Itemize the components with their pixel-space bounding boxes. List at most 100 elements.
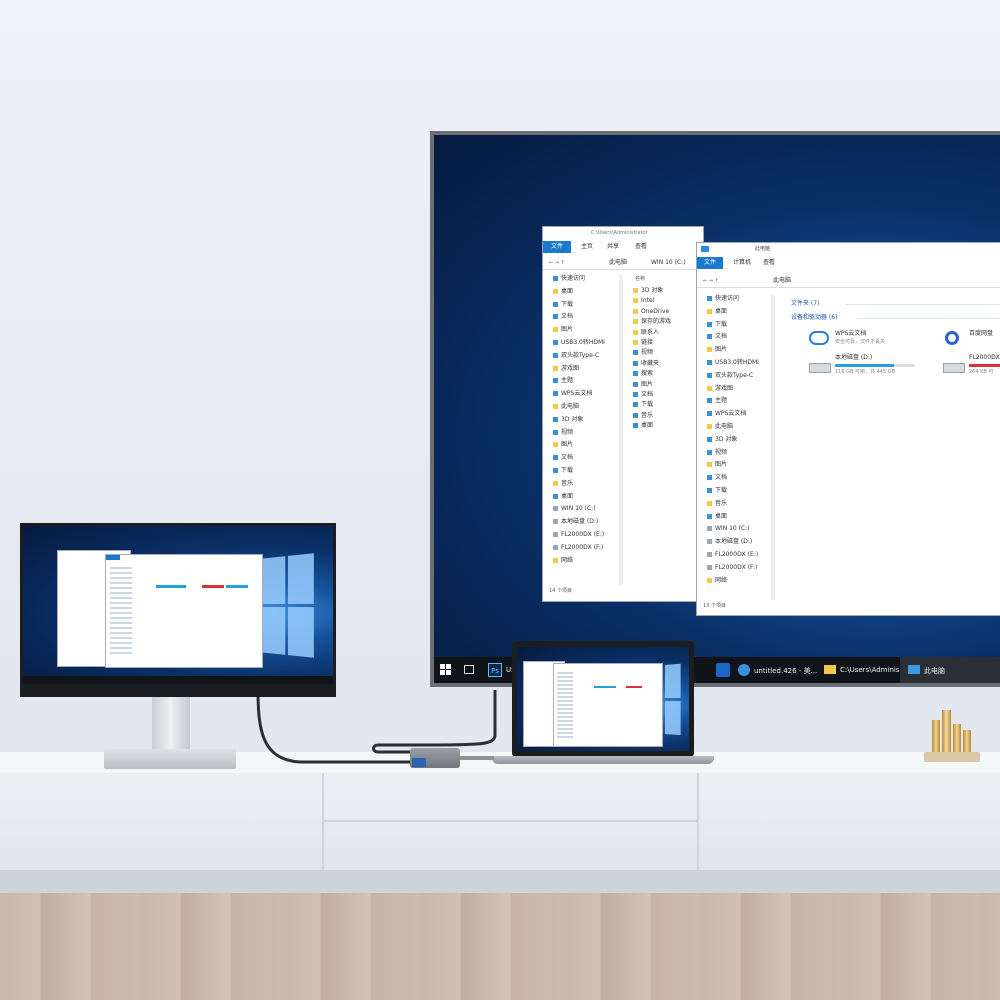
nav-item[interactable]: FL2000DX (F:) [701,564,769,573]
nav-item[interactable]: 桌面 [701,308,769,317]
scrollbar[interactable] [619,275,623,585]
nav-item[interactable]: 3D 对象 [701,436,769,445]
nav-item[interactable]: 视频 [701,449,769,458]
nav-item[interactable]: 文档 [547,454,621,463]
nav-item[interactable]: WPS云文档 [547,390,621,399]
nav-item[interactable]: 快速访问 [701,295,769,304]
nav-item[interactable]: 本地磁盘 (D:) [701,538,769,547]
file-item[interactable]: 下载 [633,401,699,410]
nav-item[interactable]: FL2000DX (F:) [547,544,621,553]
nav-item[interactable]: 音乐 [547,480,621,489]
address-segment[interactable]: 此电脑 [609,260,627,266]
usb-app-icon[interactable] [716,663,730,677]
tab-home[interactable]: 主页 [581,244,593,250]
nav-item[interactable]: 下载 [547,301,621,310]
address-segment[interactable]: 此电脑 [773,278,791,284]
drive-d[interactable]: 本地磁盘 (D:) 116 GB 可用，共 445 GB [809,355,919,381]
file-item-label: 保存的游戏 [641,318,672,326]
drive-fl2000[interactable]: FL2000DX 264 KB 可 [943,355,1000,381]
nav-item[interactable]: 游戏图 [701,385,769,394]
nav-item[interactable]: 下载 [701,487,769,496]
nav-item[interactable]: 本地磁盘 (D:) [547,518,621,527]
folder-icon [553,557,558,563]
nav-item[interactable]: FL2000DX (E:) [701,551,769,560]
folder-icon [707,564,712,570]
device-wps[interactable]: WPS云文档 安全可靠，文件不丢失 [809,329,919,351]
nav-item[interactable]: 桌面 [547,493,621,502]
nav-item[interactable]: 双头款Type-C [701,372,769,381]
taskbar-item-meitu[interactable]: untitled.426 - 美... [754,666,817,676]
nav-item[interactable]: 桌面 [547,288,621,297]
task-view-icon[interactable] [464,665,474,674]
nav-item[interactable]: 双头款Type-C [547,352,621,361]
nav-item[interactable]: 游戏图 [547,365,621,374]
group-folders[interactable]: 文件夹 (7) [791,301,819,307]
nav-item[interactable]: 图片 [701,346,769,355]
nav-arrows[interactable]: ← → ↑ [549,261,565,266]
file-item[interactable]: 链接 [633,339,699,348]
tab-computer[interactable]: 计算机 [733,260,751,266]
explorer-window-front[interactable] [553,663,663,747]
photoshop-icon[interactable]: Ps [488,663,502,677]
nav-item[interactable]: WIN 10 (C:) [701,525,769,534]
nav-item[interactable]: 网络 [701,577,769,586]
windows-start-icon[interactable] [440,664,451,675]
nav-item[interactable]: 下载 [701,321,769,330]
nav-item[interactable]: 音乐 [701,500,769,509]
scrollbar[interactable] [771,295,775,600]
file-item[interactable]: 搜索 [633,370,699,379]
file-item[interactable]: 视频 [633,349,699,358]
group-devices[interactable]: 设备和驱动器 (6) [791,315,837,321]
explorer-window-back[interactable]: C:\Users\Administrator 文件 主页 共享 查看 ← → ↑… [542,226,704,602]
nav-item[interactable]: 网络 [547,557,621,566]
tab-view[interactable]: 查看 [763,260,775,266]
file-item[interactable]: 图片 [633,381,699,390]
nav-item[interactable]: 主题 [547,377,621,386]
file-item[interactable]: 3D 对象 [633,287,699,296]
nav-item[interactable]: 视频 [547,429,621,438]
address-bar[interactable]: ← → ↑ 此电脑 WIN 10 (C:) [543,257,703,270]
nav-item[interactable]: 此电脑 [701,423,769,432]
nav-item[interactable]: USB3.0转HDMI [547,339,621,348]
address-segment[interactable]: WIN 10 (C:) [651,260,686,266]
nav-item-label: 此电脑 [561,403,580,410]
file-item[interactable]: 文档 [633,391,699,400]
taskbar-item-folder[interactable]: C:\Users\Adminis... [840,666,906,674]
nav-arrows[interactable]: ← → ↑ [703,279,719,284]
file-item[interactable]: OneDrive [633,308,699,317]
nav-item[interactable]: 桌面 [701,513,769,522]
nav-item[interactable]: 文档 [701,474,769,483]
nav-item[interactable]: 下载 [547,467,621,476]
nav-item[interactable]: 图片 [547,441,621,450]
tab-view[interactable]: 查看 [635,244,647,250]
device-baidu[interactable]: 百度网盘 [943,329,1000,351]
nav-item[interactable]: 快速访问 [547,275,621,284]
nav-item[interactable]: WPS云文档 [701,410,769,419]
file-item[interactable]: 桌面 [633,422,699,431]
file-item[interactable]: 收藏夹 [633,360,699,369]
nav-item[interactable]: 图片 [701,461,769,470]
tab-share[interactable]: 共享 [607,244,619,250]
file-item[interactable]: 保存的游戏 [633,318,699,327]
file-item[interactable]: 音乐 [633,412,699,421]
column-header[interactable]: 名称 [635,277,645,282]
file-item[interactable]: Intel [633,297,699,306]
nav-item[interactable]: FL2000DX (E:) [547,531,621,540]
tab-file[interactable]: 文件 [543,241,571,253]
nav-item[interactable]: 图片 [547,326,621,335]
nav-item[interactable]: 文档 [547,313,621,322]
explorer-window-front[interactable]: 此电脑 文件 计算机 查看 ← → ↑ 此电脑 快速访问 桌面 下载 文档 图片 USB3… [696,242,1000,616]
tab-file[interactable]: 文件 [697,257,723,269]
nav-item[interactable]: 此电脑 [547,403,621,412]
nav-item[interactable]: 3D 对象 [547,416,621,425]
taskbar-item-this-pc[interactable]: 此电脑 [900,657,1000,683]
nav-item[interactable]: WIN 10 (C:) [547,505,621,514]
nav-item[interactable]: USB3.0转HDMI [701,359,769,368]
explorer-window-front[interactable] [105,554,263,668]
meitu-icon[interactable] [738,664,750,676]
address-bar[interactable]: ← → ↑ 此电脑 [697,275,1000,288]
nav-item[interactable]: 文档 [701,333,769,342]
folder-icon[interactable] [824,665,836,674]
nav-item[interactable]: 主题 [701,397,769,406]
file-item[interactable]: 联系人 [633,329,699,338]
